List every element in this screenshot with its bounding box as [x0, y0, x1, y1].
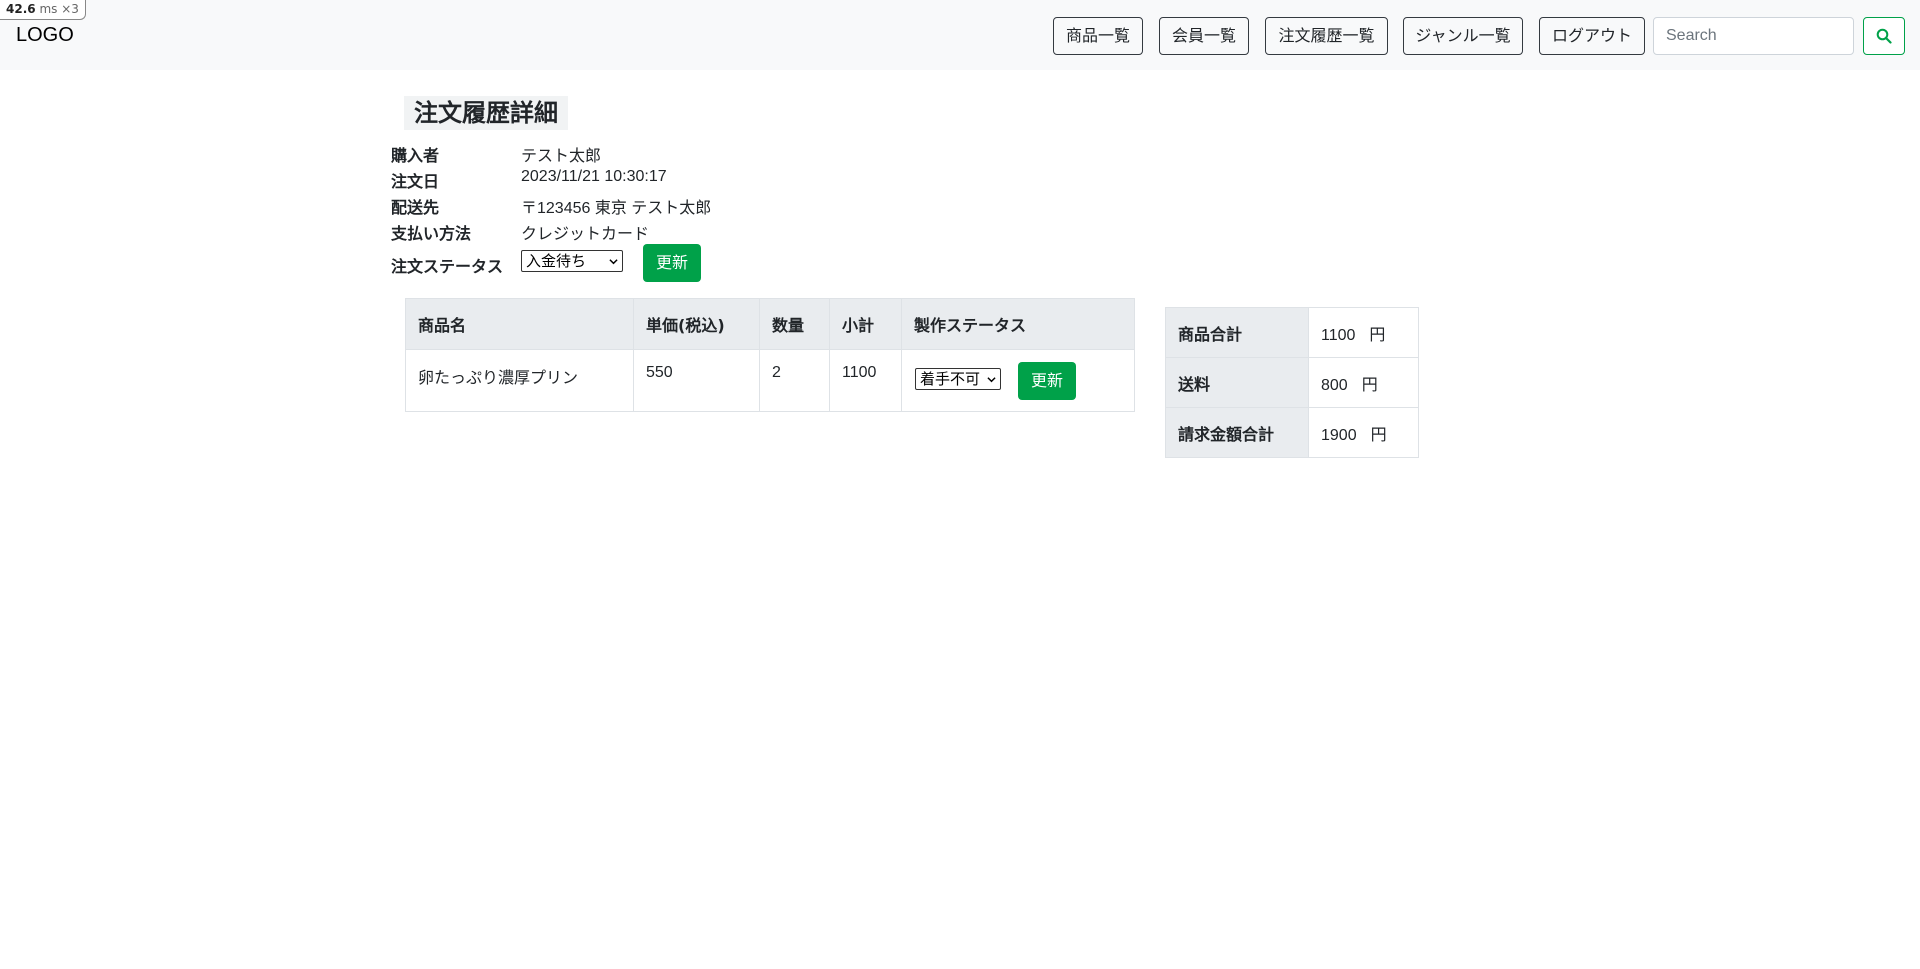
search-icon	[1876, 28, 1892, 44]
making-status-value: 着手不可	[920, 370, 981, 388]
column-header: 小計	[829, 298, 902, 350]
item-name: 卵たっぷり濃厚プリン	[405, 349, 634, 412]
summary-row: 送料 800 円	[1165, 357, 1419, 408]
address-label: 配送先	[391, 198, 440, 217]
order-status-value: 入金待ち	[526, 252, 587, 270]
order-date-label: 注文日	[391, 172, 440, 191]
buyer-value: テスト太郎	[521, 148, 602, 165]
order-summary-table: 商品合計 1100 円 送料 800 円 請求金額合計 1900 円	[1165, 307, 1419, 458]
perf-value: 42.6	[6, 2, 36, 16]
table-header-row: 商品名 単価(税込) 数量 小計 製作ステータス	[405, 298, 1135, 350]
summary-value: 1100	[1321, 326, 1356, 344]
summary-label: 送料	[1165, 357, 1309, 408]
column-header: 製作ステータス	[901, 298, 1135, 350]
order-status-select[interactable]: 入金待ち	[521, 250, 623, 272]
payment-value: クレジットカード	[521, 226, 650, 243]
summary-value: 1900	[1321, 426, 1357, 444]
column-header: 数量	[759, 298, 830, 350]
summary-row: 請求金額合計 1900 円	[1165, 407, 1419, 458]
making-status-select[interactable]: 着手不可	[915, 368, 1001, 390]
logo[interactable]: LOGO	[16, 24, 74, 47]
nav-members-button[interactable]: 会員一覧	[1159, 17, 1249, 55]
nav-orders-button[interactable]: 注文履歴一覧	[1265, 17, 1388, 55]
order-items-table: 商品名 単価(税込) 数量 小計 製作ステータス 卵たっぷり濃厚プリン 550 …	[405, 298, 1135, 412]
search-input[interactable]	[1653, 17, 1854, 55]
summary-value-cell: 1100 円	[1308, 307, 1419, 358]
summary-unit: 円	[1370, 424, 1387, 444]
making-status-update-button[interactable]: 更新	[1018, 362, 1076, 400]
summary-unit: 円	[1361, 374, 1378, 394]
order-status-label: 注文ステータス	[391, 257, 504, 276]
item-making-status-cell: 着手不可 更新	[901, 349, 1135, 412]
item-price: 550	[633, 349, 760, 412]
payment-label: 支払い方法	[391, 224, 472, 243]
nav-genres-button[interactable]: ジャンル一覧	[1403, 17, 1523, 55]
column-header: 単価(税込)	[633, 298, 760, 350]
summary-label: 請求金額合計	[1165, 407, 1309, 458]
table-row: 卵たっぷり濃厚プリン 550 2 1100 着手不可 更新	[405, 349, 1135, 412]
chevron-down-icon	[609, 259, 618, 265]
perf-unit: ms	[39, 2, 58, 16]
summary-value-cell: 800 円	[1308, 357, 1419, 408]
chevron-down-icon	[987, 377, 996, 383]
buyer-label: 購入者	[391, 146, 440, 165]
navbar: LOGO 商品一覧 会員一覧 注文履歴一覧 ジャンル一覧 ログアウト	[0, 0, 1920, 70]
summary-row: 商品合計 1100 円	[1165, 307, 1419, 358]
logout-button[interactable]: ログアウト	[1539, 17, 1645, 55]
search-button[interactable]	[1863, 17, 1905, 55]
nav-products-button[interactable]: 商品一覧	[1053, 17, 1143, 55]
summary-value: 800	[1321, 376, 1348, 394]
summary-unit: 円	[1369, 324, 1386, 344]
order-date-value: 2023/11/21 10:30:17	[521, 168, 667, 185]
item-quantity: 2	[759, 349, 830, 412]
column-header: 商品名	[405, 298, 634, 350]
page-title: 注文履歴詳細	[404, 96, 568, 130]
address-value: 〒123456 東京 テスト太郎	[521, 200, 712, 217]
perf-badge: 42.6 ms ×3	[0, 0, 86, 20]
item-subtotal: 1100	[829, 349, 902, 412]
order-status-update-button[interactable]: 更新	[643, 244, 701, 282]
summary-value-cell: 1900 円	[1308, 407, 1419, 458]
perf-multiplier: ×3	[61, 2, 79, 16]
summary-label: 商品合計	[1165, 307, 1309, 358]
